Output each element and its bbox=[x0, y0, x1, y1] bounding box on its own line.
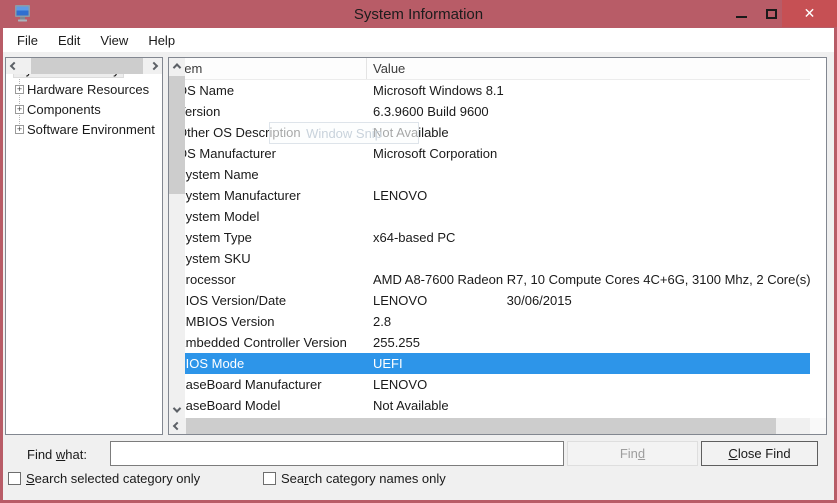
tree-item-label: Hardware Resources bbox=[27, 82, 149, 97]
maximize-button[interactable] bbox=[760, 0, 782, 27]
list-header: Item Value bbox=[169, 58, 810, 80]
minimize-button[interactable] bbox=[722, 0, 760, 27]
scroll-left-icon[interactable] bbox=[169, 418, 185, 434]
checkbox-icon[interactable] bbox=[263, 472, 276, 485]
table-row[interactable]: Version6.3.9600 Build 9600 bbox=[169, 101, 810, 122]
list-vscroll-thumb[interactable] bbox=[169, 76, 185, 194]
list-horizontal-scrollbar[interactable] bbox=[169, 418, 826, 434]
tree-hscroll-thumb[interactable] bbox=[31, 58, 143, 74]
menu-bar: File Edit View Help bbox=[3, 28, 834, 52]
column-header-value[interactable]: Value bbox=[367, 58, 810, 79]
scroll-left-icon[interactable] bbox=[6, 58, 22, 74]
table-row[interactable]: System Model bbox=[169, 206, 810, 227]
menu-file[interactable]: File bbox=[7, 30, 48, 51]
table-row[interactable]: Embedded Controller Version255.255 bbox=[169, 332, 810, 353]
table-row[interactable]: BaseBoard ManufacturerLENOVO bbox=[169, 374, 810, 395]
tree-item-components[interactable]: + Components bbox=[6, 100, 101, 118]
menu-edit[interactable]: Edit bbox=[48, 30, 90, 51]
scrollbar-corner bbox=[810, 418, 826, 434]
tree-item-label: Components bbox=[27, 102, 101, 117]
tree-item-software-environment[interactable]: + Software Environment bbox=[6, 120, 155, 138]
table-row[interactable]: OS NameMicrosoft Windows 8.1 bbox=[169, 80, 810, 101]
list-hscroll-thumb[interactable] bbox=[186, 418, 776, 434]
table-row[interactable]: BaseBoard ModelNot Available bbox=[169, 395, 810, 416]
expand-plus-icon[interactable]: + bbox=[15, 85, 24, 94]
list-vertical-scrollbar[interactable] bbox=[169, 58, 185, 418]
scroll-right-icon[interactable] bbox=[146, 58, 162, 74]
expand-plus-icon[interactable]: + bbox=[15, 105, 24, 114]
table-row[interactable]: ProcessorAMD A8-7600 Radeon R7, 10 Compu… bbox=[169, 269, 810, 290]
find-input[interactable] bbox=[110, 441, 564, 466]
window-title: System Information bbox=[0, 6, 837, 23]
find-button[interactable]: Find bbox=[567, 441, 698, 466]
checkbox-icon[interactable] bbox=[8, 472, 21, 485]
details-list-pane: Item Value OS NameMicrosoft Windows 8.1 … bbox=[168, 57, 827, 435]
table-row[interactable]: System ManufacturerLENOVO bbox=[169, 185, 810, 206]
checkbox-label: Search category names only bbox=[281, 471, 446, 486]
table-row[interactable]: SMBIOS Version2.8 bbox=[169, 311, 810, 332]
checkbox-label: Search selected category only bbox=[26, 471, 200, 486]
scroll-up-icon[interactable] bbox=[169, 58, 185, 74]
table-row[interactable]: System SKU bbox=[169, 248, 810, 269]
column-header-item[interactable]: Item bbox=[169, 58, 367, 79]
menu-view[interactable]: View bbox=[90, 30, 138, 51]
expand-plus-icon[interactable]: + bbox=[15, 125, 24, 134]
table-row[interactable]: Other OS DescriptionNot Available bbox=[169, 122, 810, 143]
table-row[interactable]: BIOS Version/DateLENOVO 30/06/2015 bbox=[169, 290, 810, 311]
menu-help[interactable]: Help bbox=[138, 30, 185, 51]
client-area: File Edit View Help System Summary + Har… bbox=[3, 28, 834, 500]
title-bar[interactable]: System Information ✕ bbox=[0, 0, 837, 28]
find-what-label: Find what: bbox=[27, 447, 87, 462]
detail-rows: OS NameMicrosoft Windows 8.1 Version6.3.… bbox=[169, 80, 810, 416]
close-icon: ✕ bbox=[804, 5, 816, 22]
search-category-names-checkbox[interactable]: Search category names only bbox=[263, 471, 446, 486]
tree-item-hardware-resources[interactable]: + Hardware Resources bbox=[6, 80, 149, 98]
search-selected-category-checkbox[interactable]: Search selected category only bbox=[8, 471, 200, 486]
maximize-icon bbox=[766, 9, 777, 19]
tree-horizontal-scrollbar[interactable] bbox=[6, 58, 162, 74]
scroll-down-icon[interactable] bbox=[169, 402, 185, 418]
category-tree-pane: System Summary + Hardware Resources + Co… bbox=[5, 57, 163, 435]
minimize-icon bbox=[736, 16, 747, 18]
table-row[interactable]: System Typex64-based PC bbox=[169, 227, 810, 248]
table-row-selected[interactable]: BIOS ModeUEFI bbox=[169, 353, 810, 374]
close-button[interactable]: ✕ bbox=[782, 0, 837, 27]
tree-item-label: Software Environment bbox=[27, 122, 155, 137]
system-information-window: System Information ✕ File Edit View Help… bbox=[0, 0, 837, 503]
close-find-button[interactable]: Close Find bbox=[701, 441, 818, 466]
table-row[interactable]: OS ManufacturerMicrosoft Corporation bbox=[169, 143, 810, 164]
table-row[interactable]: System Name bbox=[169, 164, 810, 185]
